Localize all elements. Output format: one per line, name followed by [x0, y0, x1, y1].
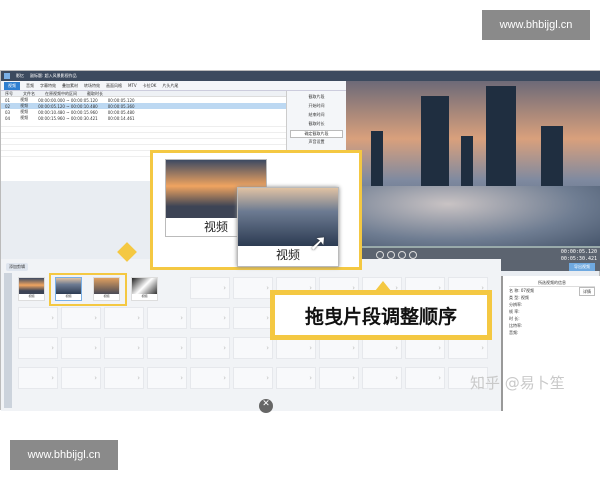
- empty-clip-slot[interactable]: ›: [276, 367, 316, 389]
- empty-clip-slot[interactable]: ›: [319, 337, 359, 359]
- cell: 03: [5, 109, 11, 115]
- empty-clip-slot[interactable]: ›: [147, 367, 187, 389]
- timeline-clip[interactable]: 视频: [131, 277, 158, 301]
- empty-clip-slot[interactable]: ›: [233, 367, 273, 389]
- empty-clip-slot[interactable]: ›: [104, 307, 144, 329]
- tab-transition[interactable]: 转场特效: [84, 83, 100, 89]
- tab-subtitle[interactable]: 字幕特效: [40, 83, 56, 89]
- cell: 00:00:14.461: [107, 115, 135, 121]
- empty-clip-slot[interactable]: ›: [18, 367, 58, 389]
- cell: 00:00:05.120 ~ 00:00:10.480: [38, 103, 98, 109]
- next-frame-icon[interactable]: [409, 251, 417, 259]
- empty-clip-slot[interactable]: ›: [18, 337, 58, 359]
- tab-video[interactable]: 视频: [4, 81, 20, 90]
- col-duration: 截取时长: [87, 90, 103, 96]
- settings-title: 截取片段: [308, 94, 325, 99]
- col-range: 在原视频中的区间: [45, 90, 77, 96]
- empty-clip-slot[interactable]: ›: [233, 277, 273, 299]
- empty-clip-slot[interactable]: ›: [190, 307, 230, 329]
- props-details-button[interactable]: 详情: [579, 287, 595, 296]
- zhihu-watermark: 知乎 @易卜笙: [470, 374, 565, 392]
- callout-text: 拖曳片段调整顺序: [275, 295, 487, 335]
- cell: 视频: [20, 115, 29, 120]
- confirm-trim-button[interactable]: 确定截取片段: [290, 130, 343, 138]
- timeline-sidebar: [4, 273, 12, 408]
- col-filename: 文件名: [23, 90, 35, 96]
- empty-clip-slot[interactable]: ›: [276, 337, 316, 359]
- stop-icon[interactable]: [398, 251, 406, 259]
- menu-bar: 视频 音频 字幕特效 叠加素材 转场特效 画面风格 MTV 卡拉OK 片头片尾: [1, 81, 346, 91]
- drag-zoom-popup: 视频 视频 ➚: [150, 150, 362, 270]
- empty-clip-slot[interactable]: ›: [448, 337, 488, 359]
- collapse-icon[interactable]: ✕: [259, 399, 273, 413]
- play-icon[interactable]: [376, 251, 384, 259]
- app-subtitle: 副标题: 超入风景影视作品: [30, 73, 77, 78]
- empty-clip-slot[interactable]: ›: [362, 367, 402, 389]
- sound-settings-title: 声音设置: [308, 139, 325, 144]
- start-time-field[interactable]: 开始时间: [290, 103, 343, 111]
- watermark-bottom: www.bhbijgl.cn: [10, 440, 118, 470]
- title-bar: 影忆 副标题: 超入风景影视作品: [1, 71, 600, 81]
- prop-row: 音频:: [509, 330, 519, 335]
- export-video-button[interactable]: 导出视频: [569, 263, 595, 271]
- empty-clip-slot[interactable]: ›: [104, 337, 144, 359]
- tab-intro[interactable]: 片头片尾: [162, 83, 178, 89]
- empty-clip-slot[interactable]: ›: [362, 337, 402, 359]
- cell: 00:00:00.000 ~ 00:00:05.120: [38, 97, 98, 103]
- video-preview: [346, 81, 600, 246]
- current-time: 00:00:05.120: [560, 249, 597, 255]
- empty-clip-slot[interactable]: ›: [405, 337, 445, 359]
- cell: 00:00:05.360: [107, 103, 135, 109]
- cell: 00:00:15.960 ~ 00:00:30.421: [38, 115, 98, 121]
- empty-clip-slot[interactable]: ›: [147, 337, 187, 359]
- callout-pointer: [375, 281, 391, 291]
- end-time-field[interactable]: 结束时间: [290, 112, 343, 120]
- cell: 01: [5, 97, 11, 103]
- empty-clip-slot[interactable]: ›: [190, 337, 230, 359]
- cell: 02: [5, 103, 11, 109]
- seek-bar[interactable]: [346, 246, 600, 248]
- empty-clip-slot[interactable]: ›: [104, 367, 144, 389]
- prop-row: 比特率:: [509, 323, 523, 328]
- col-index: 序号: [5, 90, 13, 96]
- time-readout: 00:00:05.120 00:05:30.421: [561, 249, 597, 263]
- prop-row: 帧 率:: [509, 309, 520, 314]
- tab-audio[interactable]: 音频: [26, 83, 34, 89]
- props-title: 所选视频的信息: [509, 279, 595, 287]
- tab-style[interactable]: 画面风格: [106, 83, 122, 89]
- cell: 00:00:05.120: [107, 97, 135, 103]
- callout-box: 拖曳片段调整顺序: [270, 290, 492, 340]
- empty-clip-slot[interactable]: ›: [61, 367, 101, 389]
- empty-clip-slot[interactable]: ›: [147, 307, 187, 329]
- highlight-frame: [49, 273, 127, 306]
- cell: 00:00:10.480 ~ 00:00:15.960: [38, 109, 98, 115]
- clip-label: 视频: [28, 294, 35, 298]
- cell: 00:00:05.480: [107, 109, 135, 115]
- empty-clip-slot[interactable]: ›: [233, 337, 273, 359]
- pause-icon[interactable]: [387, 251, 395, 259]
- cell: 04: [5, 115, 11, 121]
- timeline-clip[interactable]: 视频: [18, 277, 45, 301]
- tab-mtv[interactable]: MTV: [128, 83, 137, 88]
- empty-clip-slot[interactable]: ›: [233, 307, 273, 329]
- add-clip-button[interactable]: 添加剪辑: [6, 263, 28, 271]
- app-logo-icon: [4, 73, 10, 79]
- empty-clip-slot[interactable]: ›: [319, 367, 359, 389]
- prop-row: 分辨率:: [509, 302, 523, 307]
- empty-clip-slot[interactable]: ›: [18, 307, 58, 329]
- empty-clip-slot[interactable]: ›: [190, 277, 230, 299]
- tab-overlay[interactable]: 叠加素材: [62, 83, 78, 89]
- app-title: 影忆: [16, 73, 24, 78]
- tab-karaoke[interactable]: 卡拉OK: [143, 83, 157, 89]
- length-field[interactable]: 截取时长: [290, 121, 343, 129]
- cursor-icon: ➚: [309, 231, 328, 256]
- clip-label: 视频: [141, 294, 148, 298]
- empty-clip-slot[interactable]: ›: [61, 307, 101, 329]
- empty-clip-slot[interactable]: ›: [190, 367, 230, 389]
- prop-row: 时 长:: [509, 316, 520, 321]
- watermark-top: www.bhbijgl.cn: [482, 10, 590, 40]
- empty-clip-slot[interactable]: ›: [61, 337, 101, 359]
- total-time: 00:05:30.421: [560, 256, 597, 262]
- empty-clip-slot[interactable]: ›: [405, 367, 445, 389]
